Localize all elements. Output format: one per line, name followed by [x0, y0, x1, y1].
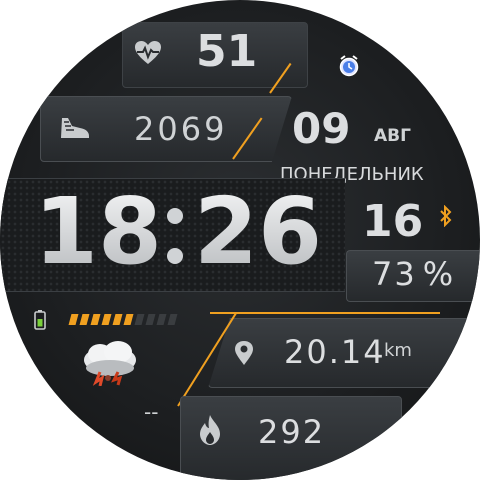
- steps-value: 2069: [134, 110, 228, 148]
- weather-temperature: --: [144, 400, 159, 424]
- date-month: АВГ: [374, 126, 411, 146]
- shoe-icon: [58, 114, 92, 142]
- phone-battery-number: 73: [372, 255, 417, 293]
- watch-face: 51 2069 09 АВГ ПОНЕДЕЛЬНИК 18 26 16 73 %…: [0, 0, 480, 480]
- time-colon: [164, 206, 186, 270]
- date-day: 09: [292, 104, 351, 153]
- accent-line-bottom: [210, 312, 440, 314]
- phone-battery-value: 73%: [372, 258, 455, 290]
- flame-icon: [198, 414, 222, 446]
- battery-segment: [112, 314, 123, 325]
- time-hours: 18: [34, 178, 163, 285]
- bluetooth-icon[interactable]: [439, 204, 453, 228]
- battery-segment: [167, 314, 178, 325]
- calories-value: 292: [258, 413, 326, 451]
- seconds-value: 16: [362, 196, 424, 247]
- heart-pulse-icon: [134, 40, 162, 66]
- battery-segment: [79, 314, 90, 325]
- battery-segment: [156, 314, 167, 325]
- battery-segment: [123, 314, 134, 325]
- heart-rate-value: 51: [196, 26, 258, 77]
- phone-battery-unit: %: [422, 255, 456, 293]
- battery-segment: [145, 314, 156, 325]
- distance-unit: km: [384, 340, 412, 361]
- battery-icon: [34, 310, 46, 330]
- time-minutes: 26: [194, 178, 323, 285]
- battery-segment: [68, 314, 79, 325]
- battery-segment: [134, 314, 145, 325]
- alarm-clock-icon[interactable]: [338, 54, 360, 78]
- battery-segment: [101, 314, 112, 325]
- storm-cloud-icon: [78, 338, 142, 387]
- watch-battery-level-bar: [68, 314, 182, 325]
- location-pin-icon: [234, 340, 254, 366]
- battery-segment: [90, 314, 101, 325]
- distance-value: 20.14: [284, 333, 386, 371]
